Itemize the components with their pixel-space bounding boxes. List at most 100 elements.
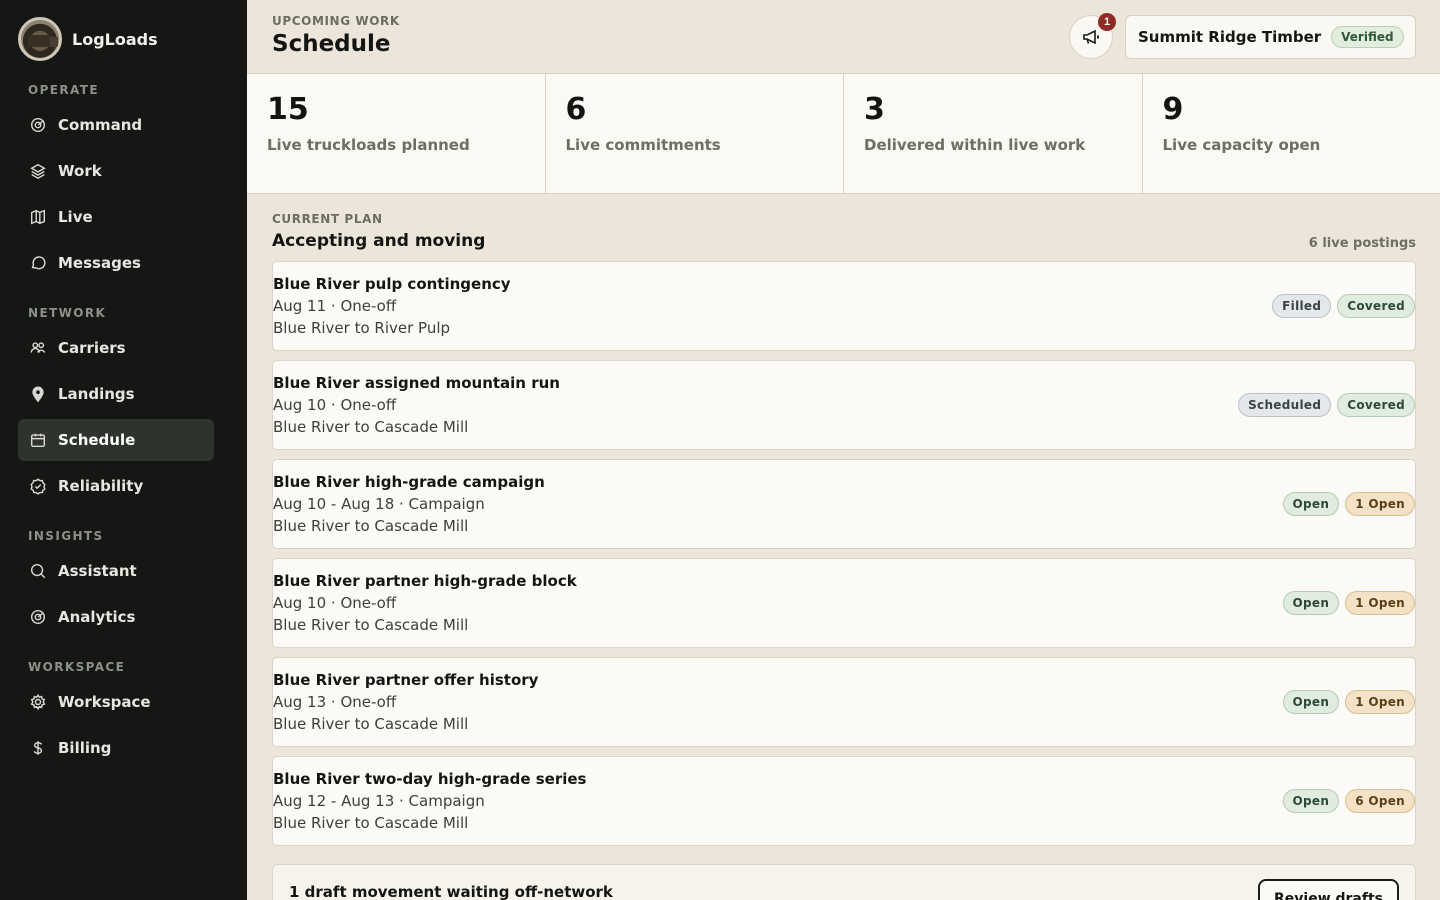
status-badge: Filled <box>1272 294 1332 318</box>
dollar-icon <box>28 738 48 758</box>
stat-value: 15 <box>267 92 309 127</box>
page-eyebrow: UPCOMING WORK <box>272 14 400 28</box>
status-badge: Open <box>1282 690 1340 714</box>
sidebar-item-messages[interactable]: Messages <box>18 242 214 284</box>
posting-badges: Open 1 Open <box>1282 690 1415 714</box>
posting-title: Blue River partner high-grade block <box>273 572 577 590</box>
posting-card[interactable]: Blue River assigned mountain run Aug 10 … <box>272 360 1416 450</box>
posting-title: Blue River pulp contingency <box>273 275 511 293</box>
sidebar: LogLoads OPERATE Command Work Live Messa… <box>0 0 247 900</box>
sidebar-item-command[interactable]: Command <box>18 104 214 146</box>
status-badge: Scheduled <box>1238 393 1332 417</box>
posting-badges: Filled Covered <box>1272 294 1415 318</box>
posting-date: Aug 10 - Aug 18 · Campaign <box>273 495 485 513</box>
posting-route: Blue River to Cascade Mill <box>273 715 469 733</box>
pin-icon <box>28 384 48 404</box>
chat-icon <box>28 253 48 273</box>
posting-date: Aug 10 · One-off <box>273 396 397 414</box>
section-label-operate: OPERATE <box>28 83 99 97</box>
posting-card[interactable]: Blue River two-day high-grade series Aug… <box>272 756 1416 846</box>
verified-badge: Verified <box>1331 26 1404 48</box>
brand-name: LogLoads <box>72 29 158 49</box>
sidebar-item-landings[interactable]: Landings <box>18 373 214 415</box>
sidebar-item-workspace[interactable]: Workspace <box>18 681 214 723</box>
posting-card[interactable]: Blue River partner offer history Aug 13 … <box>272 657 1416 747</box>
review-drafts-button[interactable]: Review drafts <box>1258 879 1399 900</box>
posting-badges: Scheduled Covered <box>1238 393 1415 417</box>
coverage-badge: Covered <box>1337 393 1415 417</box>
sidebar-item-schedule[interactable]: Schedule <box>18 419 214 461</box>
notification-count-badge: 1 <box>1098 13 1116 31</box>
calendar-icon <box>28 430 48 450</box>
stat-card: 9 Live capacity open <box>1143 74 1440 193</box>
posting-title: Blue River assigned mountain run <box>273 374 560 392</box>
posting-title: Blue River high-grade campaign <box>273 473 545 491</box>
org-switcher[interactable]: Summit Ridge Timber Verified <box>1125 15 1416 59</box>
status-badge: Open <box>1282 492 1340 516</box>
section-label-insights: INSIGHTS <box>28 529 104 543</box>
radar-icon <box>28 115 48 135</box>
sidebar-item-label: Schedule <box>58 431 136 449</box>
posting-date: Aug 10 · One-off <box>273 594 397 612</box>
open-count-badge: 1 Open <box>1345 690 1415 714</box>
gear-icon <box>28 692 48 712</box>
posting-date: Aug 11 · One-off <box>273 297 397 315</box>
stat-value: 9 <box>1162 92 1184 127</box>
posting-card[interactable]: Blue River pulp contingency Aug 11 · One… <box>272 261 1416 351</box>
plan-title: Accepting and moving <box>272 231 486 251</box>
posting-title: Blue River partner offer history <box>273 671 539 689</box>
posting-card[interactable]: Blue River high-grade campaign Aug 10 - … <box>272 459 1416 549</box>
coverage-badge: Covered <box>1337 294 1415 318</box>
sidebar-item-analytics[interactable]: Analytics <box>18 596 214 638</box>
brand-logo <box>18 17 62 61</box>
posting-date: Aug 13 · One-off <box>273 693 397 711</box>
search-icon <box>28 561 48 581</box>
badge-check-icon <box>28 476 48 496</box>
sidebar-item-label: Live <box>58 208 93 226</box>
draft-message: 1 draft movement waiting off-network <box>289 883 613 900</box>
posting-route: Blue River to Cascade Mill <box>273 616 469 634</box>
plan-count: 6 live postings <box>1308 236 1416 251</box>
status-badge: Open <box>1282 789 1340 813</box>
open-count-badge: 6 Open <box>1345 789 1415 813</box>
posting-badges: Open 6 Open <box>1282 789 1415 813</box>
status-badge: Open <box>1282 591 1340 615</box>
megaphone-icon <box>1081 27 1101 47</box>
section-label-workspace: WORKSPACE <box>28 660 126 674</box>
stat-label: Live capacity open <box>1162 136 1321 154</box>
sidebar-item-billing[interactable]: Billing <box>18 727 214 769</box>
sidebar-item-label: Work <box>58 162 102 180</box>
posting-badges: Open 1 Open <box>1282 591 1415 615</box>
sidebar-item-assistant[interactable]: Assistant <box>18 550 214 592</box>
posting-route: Blue River to Cascade Mill <box>273 517 469 535</box>
sidebar-item-label: Command <box>58 116 143 134</box>
sidebar-item-label: Messages <box>58 254 141 272</box>
posting-route: Blue River to River Pulp <box>273 319 451 337</box>
sidebar-item-label: Assistant <box>58 562 137 580</box>
sidebar-item-label: Workspace <box>58 693 151 711</box>
notifications-button[interactable]: 1 <box>1069 13 1116 59</box>
stats-strip: 15 Live truckloads planned 6 Live commit… <box>247 74 1440 194</box>
page-title: Schedule <box>272 31 391 57</box>
users-icon <box>28 338 48 358</box>
sidebar-item-reliability[interactable]: Reliability <box>18 465 214 507</box>
stat-label: Live truckloads planned <box>267 136 470 154</box>
plan-eyebrow: CURRENT PLAN <box>272 212 383 226</box>
brand[interactable]: LogLoads <box>18 17 158 61</box>
stat-value: 6 <box>565 92 587 127</box>
radar-icon <box>28 607 48 627</box>
open-count-badge: 1 Open <box>1345 591 1415 615</box>
sidebar-item-work[interactable]: Work <box>18 150 214 192</box>
sidebar-item-carriers[interactable]: Carriers <box>18 327 214 369</box>
section-label-network: NETWORK <box>28 306 107 320</box>
sidebar-item-label: Analytics <box>58 608 136 626</box>
posting-date: Aug 12 - Aug 13 · Campaign <box>273 792 485 810</box>
posting-badges: Open 1 Open <box>1282 492 1415 516</box>
posting-card[interactable]: Blue River partner high-grade block Aug … <box>272 558 1416 648</box>
draft-banner: 1 draft movement waiting off-network Rev… <box>272 864 1416 900</box>
posting-list: Blue River pulp contingency Aug 11 · One… <box>272 261 1416 855</box>
posting-route: Blue River to Cascade Mill <box>273 418 469 436</box>
sidebar-item-live[interactable]: Live <box>18 196 214 238</box>
stat-card: 15 Live truckloads planned <box>247 74 546 193</box>
sidebar-item-label: Carriers <box>58 339 126 357</box>
